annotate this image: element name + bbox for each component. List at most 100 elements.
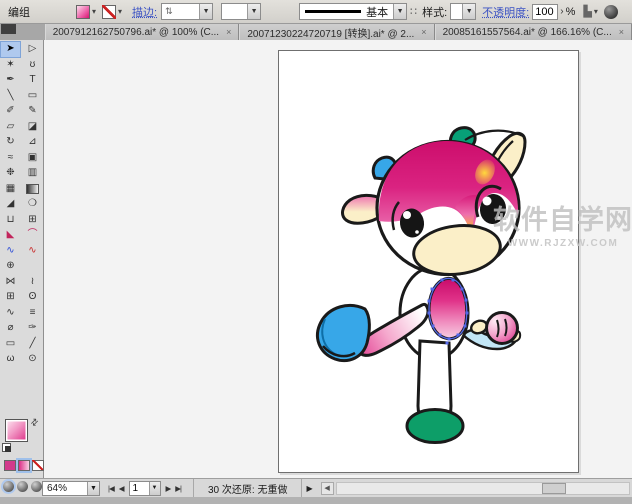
- twirl-tool[interactable]: ʘ: [23, 290, 42, 305]
- stroke-weight-combo[interactable]: ⇅ ▼: [161, 3, 213, 20]
- opacity-link[interactable]: 不透明度:: [482, 4, 529, 20]
- column-graph-tool[interactable]: ▥: [23, 166, 42, 181]
- graph-tools-icon[interactable]: ▙: [583, 5, 591, 18]
- full-screen-mode-button[interactable]: [31, 481, 42, 492]
- normal-screen-mode-button[interactable]: [3, 481, 14, 492]
- rotate-tool[interactable]: ↻: [1, 135, 20, 150]
- eraser-tool[interactable]: ◪: [23, 120, 42, 135]
- stroke-weight-spinner-icon[interactable]: ⇅: [162, 6, 176, 17]
- status-flyout-arrow-icon[interactable]: ▶: [306, 484, 312, 493]
- warp-tool[interactable]: ≈: [1, 151, 20, 166]
- previous-page-button[interactable]: ◀: [119, 484, 124, 493]
- paintbrush-tool[interactable]: ✐: [1, 104, 20, 119]
- type-tool[interactable]: T: [23, 73, 42, 88]
- line-segment-tool[interactable]: ╲: [1, 89, 20, 104]
- blank-slot[interactable]: [23, 259, 42, 274]
- artboard[interactable]: [278, 50, 579, 473]
- swap-fill-stroke-icon[interactable]: ⇄: [28, 416, 41, 429]
- slice-tool[interactable]: ╱: [23, 337, 42, 352]
- none-button[interactable]: [32, 460, 44, 471]
- mesh-tool[interactable]: ▦: [1, 182, 20, 197]
- selection-tool[interactable]: ➤: [1, 42, 20, 57]
- stroke-dropdown-icon[interactable]: ▾: [116, 7, 124, 16]
- stroke-link[interactable]: 描边:: [132, 4, 157, 20]
- default-fill-stroke-icon[interactable]: [2, 443, 11, 452]
- opacity-spinner-icon[interactable]: ›: [560, 6, 563, 17]
- width-profile-combo[interactable]: 基本 ▼: [299, 3, 407, 20]
- hand-tool[interactable]: ω: [1, 352, 20, 367]
- blend-tool[interactable]: ❍: [23, 197, 42, 212]
- close-icon[interactable]: ×: [226, 27, 231, 37]
- stroke-color-swatch[interactable]: [102, 5, 116, 19]
- color-button[interactable]: [4, 460, 16, 471]
- document-tab-label: 20071230224720719 [转换].ai* @ 2...: [247, 25, 414, 40]
- fill-dropdown-icon[interactable]: ▾: [90, 7, 98, 16]
- brush-combo[interactable]: ▼: [221, 3, 261, 20]
- chevron-down-icon[interactable]: ▼: [247, 4, 260, 19]
- page-tool[interactable]: ⊕: [1, 259, 20, 274]
- head-group[interactable]: [343, 128, 525, 280]
- page-number-input[interactable]: [130, 483, 148, 494]
- chevron-down-icon[interactable]: ▼: [462, 4, 475, 19]
- wave-tool[interactable]: ∿: [23, 244, 42, 259]
- rectangle-tool[interactable]: ▭: [23, 89, 42, 104]
- blue-hoof[interactable]: [317, 305, 369, 360]
- live-paint-selection-tool[interactable]: ⊞: [23, 213, 42, 228]
- horizontal-scrollbar[interactable]: [336, 482, 630, 495]
- gradient-tool[interactable]: [26, 184, 39, 194]
- pen-tool[interactable]: ✒: [1, 73, 20, 88]
- chevron-down-icon[interactable]: ▼: [393, 4, 406, 19]
- live-paint-bucket-tool[interactable]: ⊔: [1, 213, 20, 228]
- full-screen-menu-mode-button[interactable]: [17, 481, 28, 492]
- document-tab[interactable]: 20071230224720719 [转换].ai* @ 2... ×: [239, 24, 434, 40]
- perspective-grid-tool[interactable]: ⊞: [1, 290, 20, 305]
- last-page-button[interactable]: ▶|: [175, 484, 181, 493]
- pencil-tool[interactable]: ✎: [23, 104, 42, 119]
- knife-tool[interactable]: ◣: [1, 228, 20, 243]
- fill-proxy[interactable]: [5, 419, 28, 442]
- opacity-input[interactable]: [532, 4, 558, 20]
- symbol-sprayer-tool[interactable]: ❉: [1, 166, 20, 181]
- fist[interactable]: [487, 313, 518, 344]
- blob-brush-tool[interactable]: ▱: [1, 120, 20, 135]
- scale-tool[interactable]: ⊿: [23, 135, 42, 150]
- pasteboard[interactable]: 软件自学网 WWW.RJZXW.COM: [44, 40, 632, 478]
- document-tab[interactable]: 2007912162750796.ai* @ 100% (C... ×: [45, 24, 240, 40]
- close-icon[interactable]: ×: [619, 27, 624, 37]
- calf-mascot-artwork[interactable]: [279, 51, 580, 474]
- first-page-button[interactable]: |◀: [108, 484, 114, 493]
- artboard-tool[interactable]: ▭: [1, 337, 20, 352]
- envelope-tool[interactable]: ⋈: [1, 275, 20, 290]
- scroll-left-arrow-icon[interactable]: ◀: [321, 482, 334, 495]
- arc-tool[interactable]: ⌒: [23, 228, 42, 243]
- free-transform-tool[interactable]: ▣: [23, 151, 42, 166]
- horizontal-scrollbar-thumb[interactable]: [542, 483, 566, 494]
- paragraph-tool[interactable]: ≡: [23, 306, 42, 321]
- zigzag-tool[interactable]: ∿: [1, 244, 20, 259]
- measure-tool[interactable]: ⌀: [1, 321, 20, 336]
- flag-warp-tool[interactable]: ≀: [23, 275, 42, 290]
- direct-selection-tool[interactable]: ▷: [23, 42, 42, 57]
- zoom-level-value: 64%: [47, 483, 67, 494]
- gradient-button[interactable]: [18, 460, 30, 471]
- chevron-down-icon[interactable]: ▼: [199, 4, 212, 19]
- app-sphere-icon[interactable]: [604, 5, 618, 19]
- close-icon[interactable]: ×: [421, 27, 426, 37]
- chevron-down-icon[interactable]: ▼: [87, 482, 99, 495]
- chevron-down-icon[interactable]: ▾: [592, 7, 600, 16]
- lasso-tool[interactable]: ʊ: [23, 58, 42, 73]
- page-number-combo[interactable]: ▼: [129, 481, 161, 496]
- eyedropper-tool[interactable]: ◢: [1, 197, 20, 212]
- style-combo[interactable]: ▼: [450, 3, 476, 20]
- recolor-artwork-icon[interactable]: ∷: [410, 5, 417, 18]
- scribble-tool[interactable]: ∿: [1, 306, 20, 321]
- chevron-down-icon[interactable]: ▼: [149, 482, 160, 495]
- fill-color-swatch[interactable]: [76, 5, 90, 19]
- next-page-button[interactable]: ▶: [166, 484, 171, 493]
- green-hoof[interactable]: [407, 410, 463, 443]
- zoom-tool[interactable]: ⊙: [23, 352, 42, 367]
- zoom-level-combo[interactable]: 64% ▼: [42, 481, 100, 496]
- ink-eyedropper-tool[interactable]: ✑: [23, 321, 42, 336]
- magic-wand-tool[interactable]: ✶: [1, 58, 20, 73]
- document-tab[interactable]: 20085161557564.ai* @ 166.16% (C... ×: [435, 24, 632, 40]
